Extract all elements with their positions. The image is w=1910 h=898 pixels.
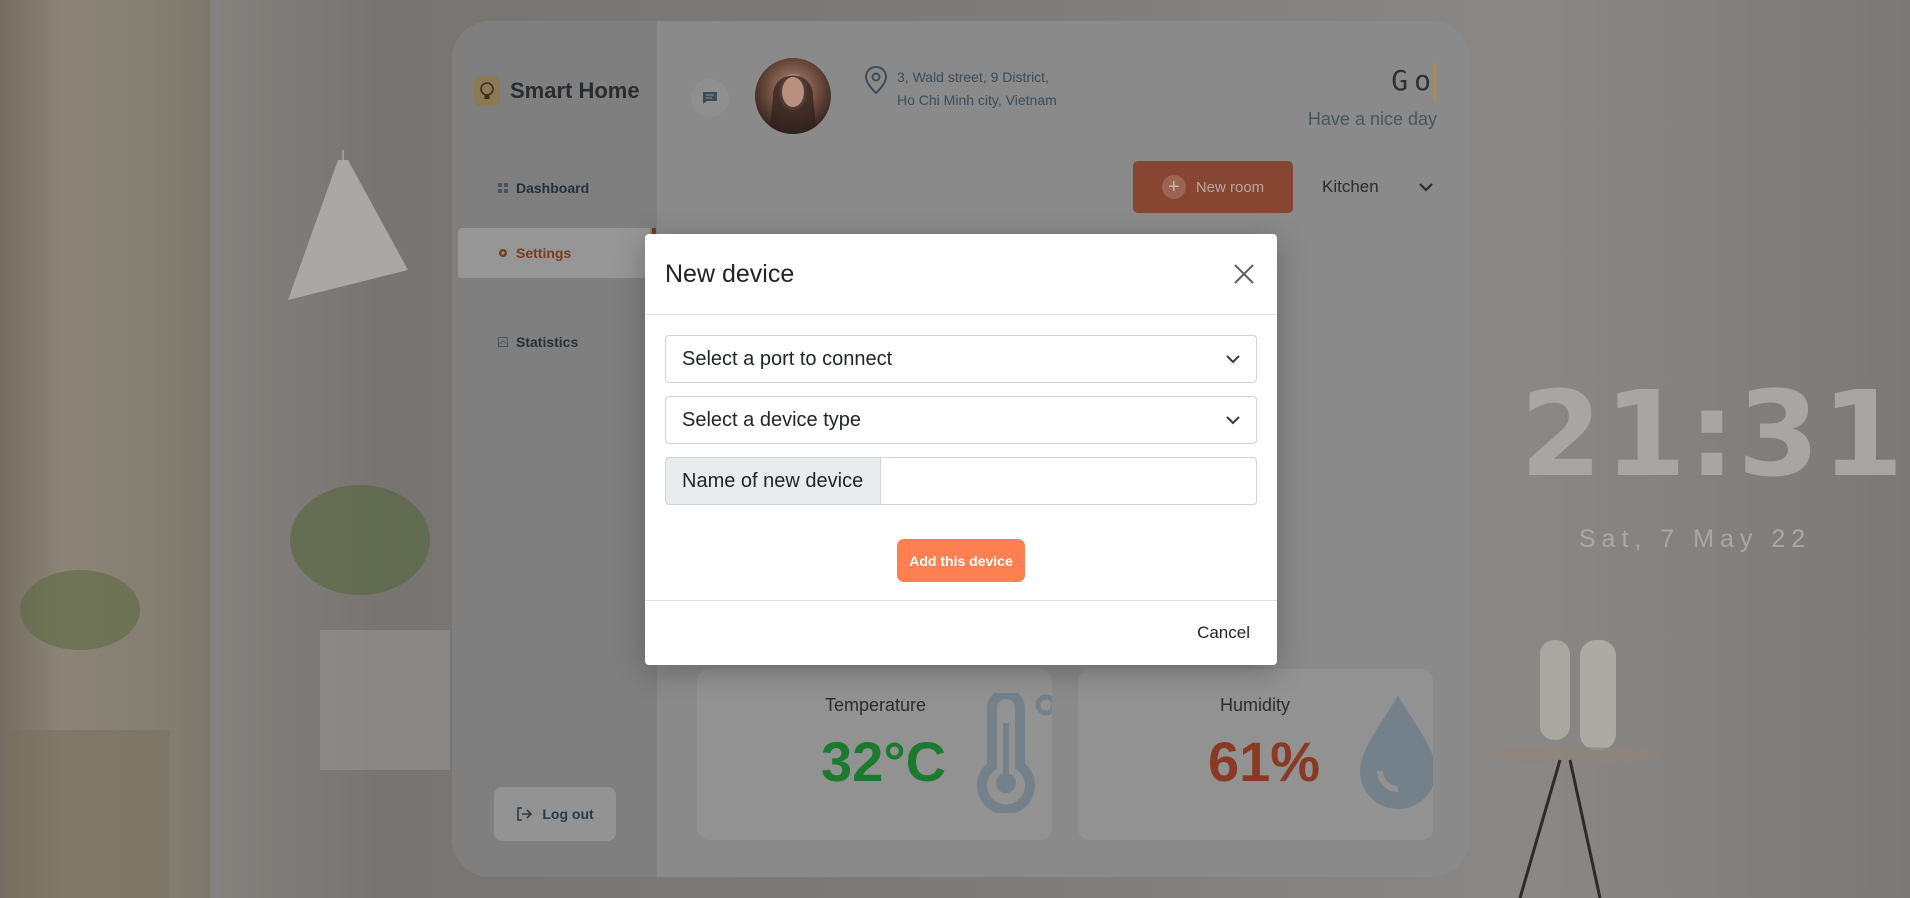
logout-label: Log out xyxy=(542,806,594,822)
temperature-card: Temperature 32°C xyxy=(697,669,1052,840)
grid-icon xyxy=(498,183,508,193)
chat-icon xyxy=(703,92,717,104)
new-device-modal: New device Select a port to connect Sele… xyxy=(645,234,1277,665)
subgreeting: Have a nice day xyxy=(1307,109,1437,129)
brand-title: Smart Home xyxy=(510,78,640,103)
cancel-button[interactable]: Cancel xyxy=(1197,623,1250,643)
sidebar-item-label: Dashboard xyxy=(516,180,590,196)
sidebar-item-dashboard[interactable]: Dashboard xyxy=(458,163,650,213)
add-device-button[interactable]: Add this device xyxy=(897,539,1025,582)
humidity-value: 61% xyxy=(1208,730,1321,793)
sidebar-item-label: Statistics xyxy=(516,334,579,350)
background-date: Sat, 7 May 22 xyxy=(1578,525,1812,553)
greeting: Go xyxy=(1391,63,1437,101)
close-icon xyxy=(1234,264,1254,284)
plus-icon: + xyxy=(1161,175,1186,199)
greeting-text: Go xyxy=(1391,64,1437,97)
gear-icon xyxy=(499,249,507,257)
location: 3, Wald street, 9 District, Ho Chi Minh … xyxy=(865,66,1057,112)
sidebar: Smart Home Dashboard Settings Statistics… xyxy=(452,21,657,877)
device-name-label: Name of new device xyxy=(666,458,881,504)
plant-decor xyxy=(10,485,450,898)
add-button-wrap: Add this device xyxy=(665,539,1257,582)
device-type-select-value: Select a device type xyxy=(682,408,861,431)
lightbulb-icon xyxy=(474,76,500,106)
modal-body: Select a port to connect Select a device… xyxy=(645,315,1277,582)
chevron-down-icon xyxy=(1226,415,1240,424)
humidity-card: Humidity 61% xyxy=(1078,669,1433,840)
room-select[interactable]: Kitchen xyxy=(1322,177,1433,197)
logout-icon xyxy=(517,807,533,821)
background-clock: 21:31 xyxy=(1520,365,1906,503)
modal-footer: Cancel xyxy=(645,600,1277,665)
address-line-2: Ho Chi Minh city, Vietnam xyxy=(897,92,1057,108)
brand: Smart Home xyxy=(474,76,640,106)
close-button[interactable] xyxy=(1231,261,1257,287)
thermometer-icon xyxy=(977,693,1052,813)
address-line-1: 3, Wald street, 9 District, xyxy=(897,69,1049,85)
water-drop-icon xyxy=(1360,695,1433,809)
chevron-down-icon xyxy=(1418,182,1433,192)
sidebar-item-statistics[interactable]: Statistics xyxy=(458,317,650,367)
device-name-group: Name of new device xyxy=(665,457,1257,505)
port-select-value: Select a port to connect xyxy=(682,347,893,370)
map-pin-icon xyxy=(865,66,887,94)
modal-header: New device xyxy=(645,234,1277,315)
new-room-button[interactable]: + New room xyxy=(1133,161,1293,213)
avatar-portrait xyxy=(769,74,817,134)
chat-button[interactable] xyxy=(691,79,729,117)
vases-decor xyxy=(1480,640,1660,898)
pendant-lamp-decor xyxy=(288,150,408,300)
room-select-value: Kitchen xyxy=(1322,177,1379,196)
port-select[interactable]: Select a port to connect xyxy=(665,335,1257,383)
chart-icon xyxy=(498,337,508,347)
sidebar-item-label: Settings xyxy=(516,245,572,261)
logout-button[interactable]: Log out xyxy=(494,787,616,841)
new-room-label: New room xyxy=(1195,178,1265,196)
device-name-input[interactable] xyxy=(881,458,1256,504)
temperature-value: 32°C xyxy=(821,730,947,793)
avatar[interactable] xyxy=(755,58,831,134)
chevron-down-icon xyxy=(1226,354,1240,363)
typing-cursor xyxy=(1433,63,1436,101)
modal-title: New device xyxy=(665,259,795,288)
address: 3, Wald street, 9 District, Ho Chi Minh … xyxy=(897,66,1057,112)
device-type-select[interactable]: Select a device type xyxy=(665,396,1257,444)
sidebar-item-settings[interactable]: Settings xyxy=(458,228,656,278)
